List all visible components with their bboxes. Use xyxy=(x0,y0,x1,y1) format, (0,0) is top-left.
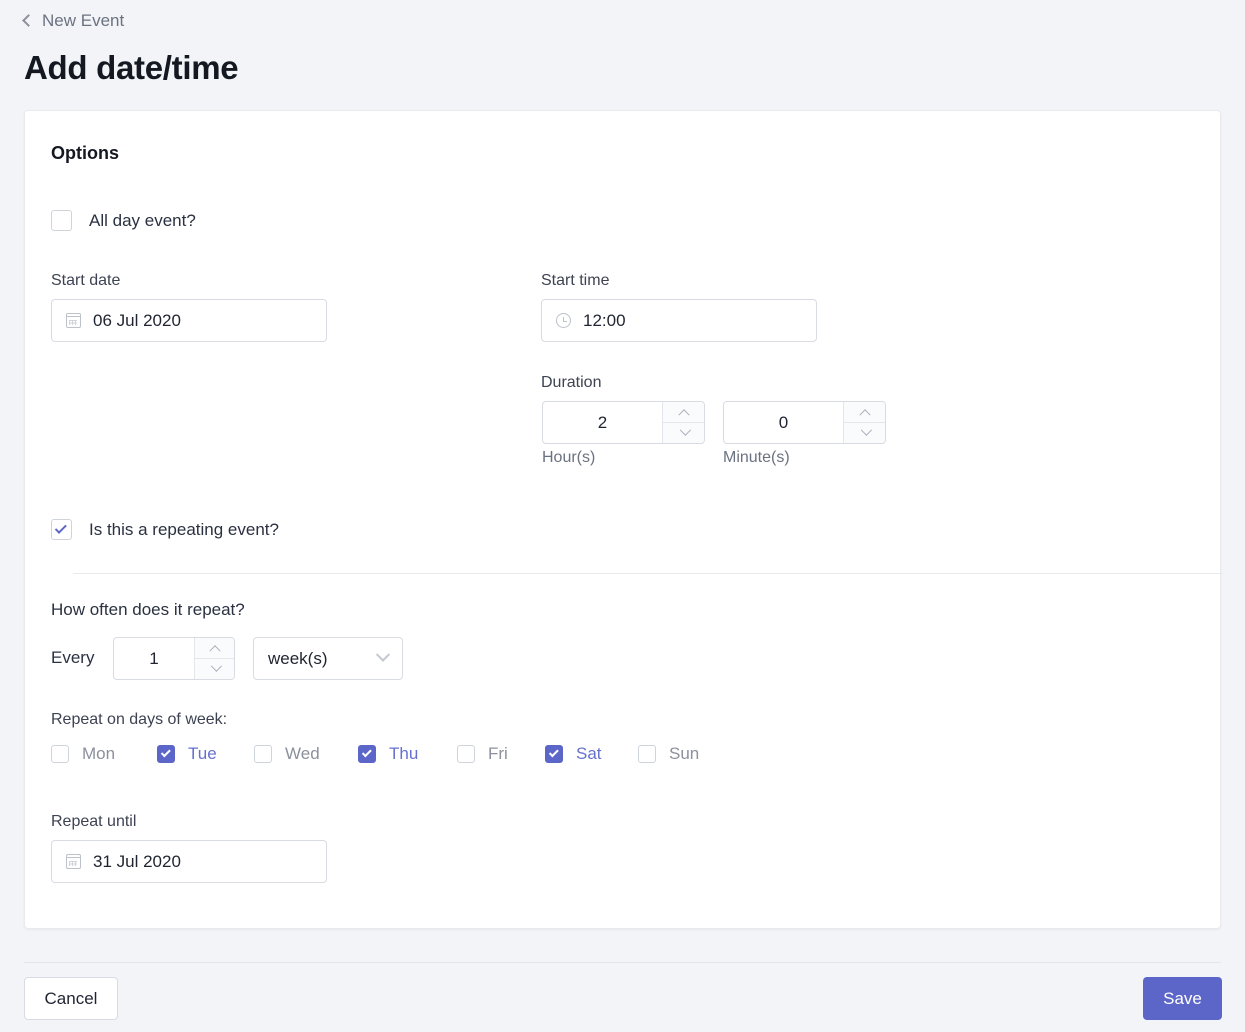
repeat-interval-stepper[interactable]: 1 xyxy=(113,637,235,680)
all-day-event-label: All day event? xyxy=(89,210,196,230)
repeat-interval-decrement-button[interactable] xyxy=(195,658,234,679)
clock-icon xyxy=(556,313,571,328)
day-thu-checkbox[interactable] xyxy=(358,745,376,763)
start-time-label: Start time xyxy=(541,272,610,289)
day-wed-label: Wed xyxy=(285,744,320,763)
duration-minutes-buttons xyxy=(843,402,885,443)
all-day-event-row[interactable]: All day event? xyxy=(51,210,196,231)
repeat-every-label: Every xyxy=(51,648,95,667)
options-card: Options All day event? Start date 06 Jul… xyxy=(24,110,1223,929)
repeat-interval-increment-button[interactable] xyxy=(195,638,234,658)
chevron-down-icon xyxy=(679,424,691,436)
day-checkbox-mon[interactable]: Mon xyxy=(51,744,115,764)
repeating-event-row[interactable]: Is this a repeating event? xyxy=(51,519,279,540)
section-title-options: Options xyxy=(51,143,119,163)
start-date-label: Start date xyxy=(51,272,121,289)
chevron-up-icon xyxy=(677,409,690,421)
day-mon-label: Mon xyxy=(82,744,116,763)
day-sun-checkbox[interactable] xyxy=(638,745,656,763)
repeating-event-checkbox[interactable] xyxy=(51,519,72,540)
duration-minutes-value[interactable]: 0 xyxy=(724,402,843,443)
day-sat-label: Sat xyxy=(576,744,602,763)
day-tue-checkbox[interactable] xyxy=(157,745,175,763)
page-title: Add date/time xyxy=(24,49,239,86)
day-checkbox-tue[interactable]: Tue xyxy=(157,744,217,764)
day-checkbox-sun[interactable]: Sun xyxy=(638,744,699,764)
day-tue-label: Tue xyxy=(188,744,217,763)
duration-hours-stepper[interactable]: 2 xyxy=(542,401,705,444)
calendar-icon xyxy=(65,854,82,869)
start-date-value: 06 Jul 2020 xyxy=(93,310,181,330)
duration-minutes-increment-button[interactable] xyxy=(844,402,885,422)
footer-divider xyxy=(24,962,1221,963)
day-mon-checkbox[interactable] xyxy=(51,745,69,763)
duration-hours-decrement-button[interactable] xyxy=(663,422,704,443)
chevron-down-icon xyxy=(210,660,222,672)
breadcrumb-back-new-event[interactable]: New Event xyxy=(22,11,125,30)
duration-minutes-decrement-button[interactable] xyxy=(844,422,885,443)
chevron-left-icon xyxy=(22,13,35,27)
duration-minutes-unit-label: Minute(s) xyxy=(723,449,790,466)
add-datetime-screen: New Event Add date/time Options All day … xyxy=(0,0,1245,1032)
repeat-until-label: Repeat until xyxy=(51,813,137,830)
breadcrumb-label: New Event xyxy=(42,11,125,30)
repeat-until-input[interactable]: 31 Jul 2020 xyxy=(51,840,327,883)
day-checkbox-sat[interactable]: Sat xyxy=(545,744,602,764)
duration-hours-buttons xyxy=(662,402,704,443)
repeat-days-label: Repeat on days of week: xyxy=(51,711,228,728)
repeating-event-label: Is this a repeating event? xyxy=(89,519,279,539)
day-checkbox-wed[interactable]: Wed xyxy=(254,744,320,764)
day-wed-checkbox[interactable] xyxy=(254,745,272,763)
day-thu-label: Thu xyxy=(389,744,419,763)
repeat-interval-value[interactable]: 1 xyxy=(114,638,194,679)
start-date-input[interactable]: 06 Jul 2020 xyxy=(51,299,327,342)
repeat-unit-selected-value: week(s) xyxy=(268,648,328,668)
start-time-value: 12:00 xyxy=(583,310,626,330)
section-divider xyxy=(73,573,1223,574)
repeat-until-value: 31 Jul 2020 xyxy=(93,851,181,871)
day-checkbox-fri[interactable]: Fri xyxy=(457,744,508,764)
chevron-down-icon xyxy=(375,647,391,662)
duration-hours-increment-button[interactable] xyxy=(663,402,704,422)
chevron-up-icon xyxy=(208,645,221,657)
day-sun-label: Sun xyxy=(669,744,700,763)
duration-hours-value[interactable]: 2 xyxy=(543,402,662,443)
all-day-event-checkbox[interactable] xyxy=(51,210,72,231)
day-checkbox-thu[interactable]: Thu xyxy=(358,744,418,764)
repeat-unit-select[interactable]: week(s) xyxy=(253,637,403,680)
day-fri-label: Fri xyxy=(488,744,508,763)
duration-label: Duration xyxy=(541,374,602,391)
chevron-up-icon xyxy=(858,409,871,421)
calendar-icon xyxy=(65,313,82,328)
day-sat-checkbox[interactable] xyxy=(545,745,563,763)
repeat-interval-buttons xyxy=(194,638,234,679)
chevron-down-icon xyxy=(860,424,872,436)
day-fri-checkbox[interactable] xyxy=(457,745,475,763)
save-button[interactable]: Save xyxy=(1143,977,1222,1020)
repeat-question-label: How often does it repeat? xyxy=(51,600,245,619)
start-time-input[interactable]: 12:00 xyxy=(541,299,817,342)
duration-minutes-stepper[interactable]: 0 xyxy=(723,401,886,444)
cancel-button[interactable]: Cancel xyxy=(24,977,118,1020)
duration-hours-unit-label: Hour(s) xyxy=(542,449,596,466)
